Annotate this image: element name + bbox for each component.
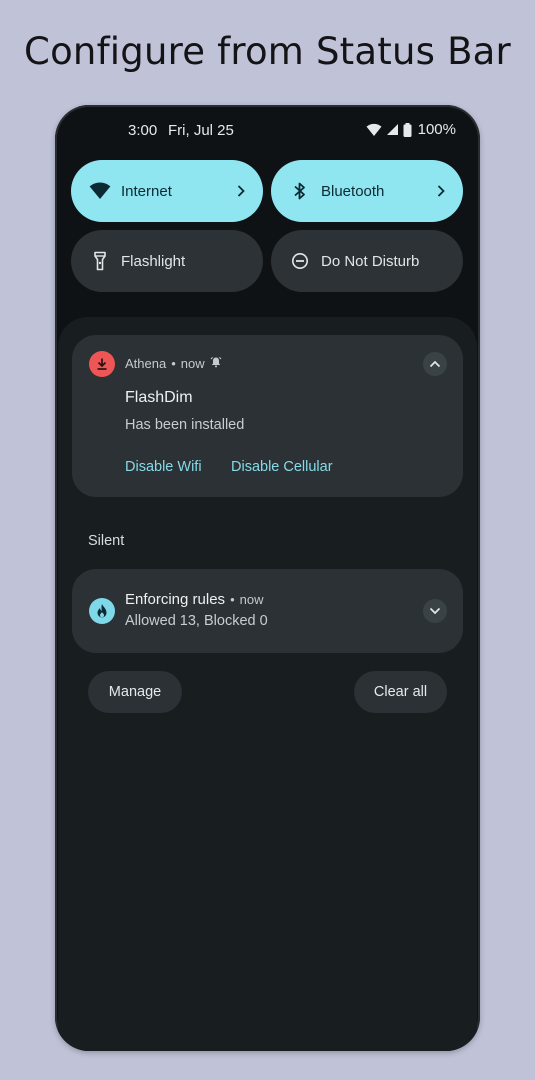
clear-all-button[interactable]: Clear all bbox=[354, 671, 447, 713]
tile-bluetooth[interactable]: Bluetooth bbox=[271, 160, 463, 222]
page-headline: Configure from Status Bar bbox=[24, 30, 511, 73]
meta-separator: • bbox=[171, 356, 176, 371]
status-time: 3:00 bbox=[128, 122, 158, 139]
tile-do-not-disturb[interactable]: Do Not Disturb bbox=[271, 230, 463, 292]
notification-meta: Athena • now bbox=[125, 356, 222, 371]
phone-frame: 3:00 Fri, Jul 25 100% Internet Bluetooth… bbox=[55, 105, 480, 1051]
wifi-icon bbox=[89, 180, 111, 202]
disable-wifi-button[interactable]: Disable Wifi bbox=[125, 459, 202, 475]
status-date: Fri, Jul 25 bbox=[168, 122, 234, 139]
tile-do-not-disturb-label: Do Not Disturb bbox=[321, 252, 420, 270]
notification-panel: Athena • now FlashDim Has been installed… bbox=[58, 317, 477, 1051]
status-icons: 100% bbox=[366, 121, 456, 138]
cell-signal-icon bbox=[386, 123, 399, 136]
tile-internet[interactable]: Internet bbox=[71, 160, 263, 222]
chevron-up-icon bbox=[429, 360, 441, 368]
notification-title: FlashDim bbox=[125, 389, 193, 406]
disable-cellular-button[interactable]: Disable Cellular bbox=[231, 459, 333, 475]
bluetooth-icon bbox=[289, 180, 311, 202]
notification-app-name: Athena bbox=[125, 356, 167, 371]
tile-internet-label: Internet bbox=[121, 182, 172, 200]
notification-time: now bbox=[180, 356, 205, 371]
collapse-button[interactable] bbox=[423, 352, 447, 376]
tile-flashlight-label: Flashlight bbox=[121, 252, 186, 270]
notification-body: Has been installed bbox=[125, 417, 245, 433]
chevron-down-icon bbox=[429, 607, 441, 615]
alarm-bell-icon bbox=[210, 356, 222, 371]
tile-flashlight[interactable]: Flashlight bbox=[71, 230, 263, 292]
meta-separator: • bbox=[230, 592, 235, 607]
notification-enforcing-rules[interactable]: Enforcing rules • now Allowed 13, Blocke… bbox=[72, 569, 463, 653]
download-icon bbox=[89, 351, 115, 377]
section-label-silent: Silent bbox=[88, 533, 125, 549]
notification-title: Enforcing rules bbox=[125, 591, 226, 608]
tile-bluetooth-label: Bluetooth bbox=[321, 182, 385, 200]
chevron-right-icon bbox=[237, 185, 245, 197]
battery-percentage: 100% bbox=[417, 121, 456, 138]
chevron-right-icon bbox=[437, 185, 445, 197]
wifi-signal-icon bbox=[366, 123, 382, 137]
notification-athena[interactable]: Athena • now FlashDim Has been installed… bbox=[72, 335, 463, 497]
flashlight-icon bbox=[89, 250, 111, 272]
expand-button[interactable] bbox=[423, 599, 447, 623]
notification-time: now bbox=[239, 592, 264, 607]
battery-icon bbox=[403, 122, 412, 137]
do-not-disturb-icon bbox=[289, 250, 311, 272]
manage-button[interactable]: Manage bbox=[88, 671, 182, 713]
flame-icon bbox=[89, 598, 115, 624]
rules-title-row: Enforcing rules • now bbox=[125, 591, 263, 608]
notification-body: Allowed 13, Blocked 0 bbox=[125, 613, 268, 629]
status-bar: 3:00 Fri, Jul 25 100% bbox=[55, 119, 480, 143]
